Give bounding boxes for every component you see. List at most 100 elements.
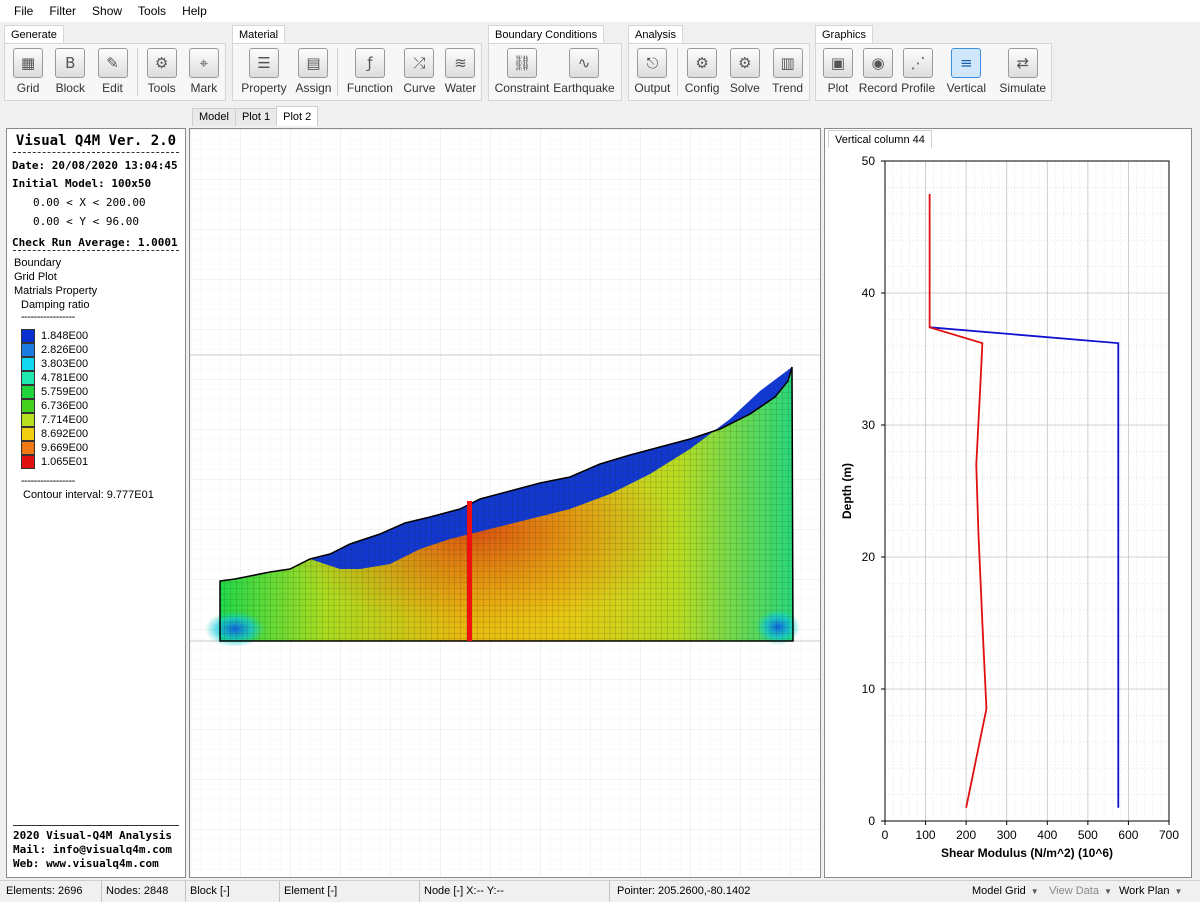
check-run-average: Check Run Average: 1.0001 (12, 236, 178, 249)
info-item-material-property: Matrials Property (14, 285, 98, 297)
record-icon: ◉ (863, 48, 894, 78)
legend-value: 3.803E00 (41, 358, 89, 370)
water-button[interactable]: ≋ Water (440, 44, 481, 100)
status-element: Element [-] (280, 881, 420, 902)
legend-value: 1.848E00 (41, 330, 89, 342)
chevron-down-icon: ▼ (1030, 887, 1039, 896)
menu-show[interactable]: Show (84, 4, 130, 18)
record-button[interactable]: ◉ Record (858, 44, 898, 100)
water-button-label: Water (444, 81, 477, 95)
view-data-label: View Data (1049, 885, 1099, 897)
status-node-coords: Node [-] X:-- Y:-- (420, 881, 610, 902)
tools-button[interactable]: ⚙ Tools (141, 44, 183, 100)
info-item-grid-plot: Grid Plot (14, 271, 57, 283)
property-icon: ☰ (248, 48, 279, 78)
trend-button[interactable]: ▥ Trend (766, 44, 809, 100)
tab-vertical-column[interactable]: Vertical column 44 (828, 130, 932, 148)
simulate-button[interactable]: ⇄ Simulate (995, 44, 1051, 100)
edit-button[interactable]: ✎ Edit (91, 44, 133, 100)
menu-filter[interactable]: Filter (41, 4, 84, 18)
toolbar-separator (136, 48, 138, 96)
grid-button[interactable]: ▦ Grid (7, 44, 49, 100)
ribbon-tab-graphics[interactable]: Graphics (815, 25, 874, 44)
y-axis-label: Depth (m) (840, 463, 854, 519)
chevron-down-icon: ▼ (1103, 887, 1112, 896)
ribbon-toolbar: Generate ▦ Grid B Block ✎ Edit ⚙ Tools ⌖ Mark Mater… (0, 22, 1200, 106)
ribbon-tab-boundary-conditions[interactable]: Boundary Conditions (488, 25, 605, 44)
legend-value: 5.759E00 (41, 386, 89, 398)
legend-entry: 2.826E00 (21, 343, 185, 357)
vertical-button[interactable]: ≡ Vertical (938, 44, 994, 100)
solve-button[interactable]: ⚙ Solve (723, 44, 766, 100)
y-tick-label: 0 (868, 814, 875, 828)
legend-swatch (21, 399, 35, 413)
x-range: 0.00 < X < 200.00 (33, 196, 146, 209)
x-tick-label: 500 (1078, 828, 1098, 842)
legend-value: 1.065E01 (41, 456, 89, 468)
ribbon-group-body: ☰ Property ▤ Assign ƒ Function ⤮ Curve ≋ Water (232, 43, 482, 101)
legend-swatch (21, 343, 35, 357)
ribbon-tab-material[interactable]: Material (232, 25, 286, 44)
work-plan-label: Work Plan (1119, 885, 1170, 897)
assign-icon: ▤ (298, 48, 329, 78)
toolbar-separator (337, 48, 338, 96)
divider (13, 249, 179, 251)
divider (13, 149, 179, 153)
plot-frame (884, 160, 1170, 822)
property-button-label: Property (241, 81, 287, 95)
dash-line: ----------------- (21, 475, 75, 487)
view-data-dropdown[interactable]: View Data ▼ (1049, 885, 1112, 897)
legend-entry: 1.848E00 (21, 329, 185, 343)
menu-bar: File Filter Show Tools Help (0, 0, 1200, 22)
legend-entry: 5.759E00 (21, 385, 185, 399)
dash-line: ----------------- (21, 311, 75, 323)
y-range: 0.00 < Y < 96.00 (33, 215, 139, 228)
output-button[interactable]: ⎋ Output (631, 44, 674, 100)
menu-file[interactable]: File (6, 4, 41, 18)
ribbon-group-analysis: Analysis ⎋ Output ⚙ Config ⚙ Solve ▥ Trend (628, 25, 810, 103)
mark-button[interactable]: ⌖ Mark (183, 44, 225, 100)
menu-help[interactable]: Help (174, 4, 215, 18)
simulate-button-label: Simulate (999, 81, 1047, 95)
tools-button-label: Tools (147, 81, 176, 95)
plot-button[interactable]: ▣ Plot (818, 44, 858, 100)
legend-entry: 8.692E00 (21, 427, 185, 441)
ribbon-tab-analysis[interactable]: Analysis (628, 25, 683, 44)
constraint-button-label: Constraint (494, 81, 550, 95)
profile-icon: ⋰ (903, 48, 934, 78)
legend-swatch (21, 427, 35, 441)
legend-entry: 6.736E00 (21, 399, 185, 413)
ribbon-group-body: ⛓ Constraint ∿ Earthquake (488, 43, 622, 101)
ribbon-tab-generate[interactable]: Generate (4, 25, 64, 44)
status-nodes: Nodes: 2848 (102, 881, 186, 902)
profile-button[interactable]: ⋰ Profile (898, 44, 938, 100)
config-button[interactable]: ⚙ Config (681, 44, 724, 100)
trend-button-label: Trend (772, 81, 804, 95)
ribbon-group-graphics: Graphics ▣ Plot ◉ Record ⋰ Profile ≡ Vertical ⇄ Si… (815, 25, 1052, 103)
model-grid-dropdown[interactable]: Model Grid ▼ (972, 885, 1039, 897)
selected-vertical-column[interactable] (467, 501, 472, 641)
solve-icon: ⚙ (729, 48, 760, 78)
legend-swatch (21, 385, 35, 399)
y-tick-label: 30 (862, 418, 876, 432)
function-button[interactable]: ƒ Function (341, 44, 399, 100)
edit-button-label: Edit (102, 81, 123, 95)
legend-entry: 4.781E00 (21, 371, 185, 385)
property-button[interactable]: ☰ Property (235, 44, 293, 100)
block-button[interactable]: B Block (49, 44, 91, 100)
work-plan-dropdown[interactable]: Work Plan ▼ (1119, 885, 1182, 897)
tab-model[interactable]: Model (192, 108, 236, 126)
model-info-panel: Visual Q4M Ver. 2.0 Date: 20/08/2020 13:… (6, 128, 186, 878)
constraint-button[interactable]: ⛓ Constraint (491, 44, 553, 100)
menu-tools[interactable]: Tools (130, 4, 174, 18)
tab-plot-2[interactable]: Plot 2 (276, 106, 319, 126)
block-icon: B (55, 48, 86, 78)
earthquake-button[interactable]: ∿ Earthquake (553, 44, 615, 100)
function-icon: ƒ (354, 48, 385, 78)
output-icon: ⎋ (637, 48, 668, 78)
legend-entry: 7.714E00 (21, 413, 185, 427)
tab-plot-1[interactable]: Plot 1 (234, 108, 278, 126)
assign-button[interactable]: ▤ Assign (293, 44, 334, 100)
model-plot-canvas[interactable] (189, 128, 821, 878)
curve-button[interactable]: ⤮ Curve (399, 44, 440, 100)
